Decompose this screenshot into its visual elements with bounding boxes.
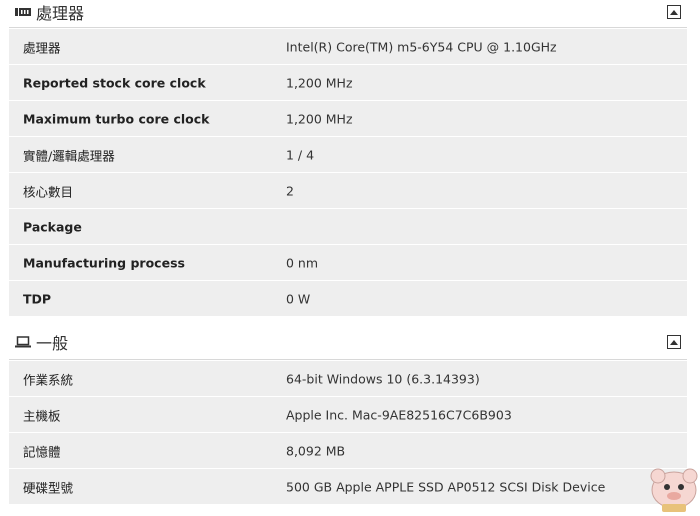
row-value: 64-bit Windows 10 (6.3.14393)	[286, 371, 480, 386]
general-rows: 作業系統 64-bit Windows 10 (6.3.14393) 主機板 A…	[9, 359, 687, 504]
row-value: 1,200 MHz	[286, 75, 353, 90]
cpu-collapse-button[interactable]	[667, 5, 681, 19]
row-label: Manufacturing process	[23, 255, 185, 270]
row-label: Maximum turbo core clock	[23, 111, 210, 126]
row-value: Apple Inc. Mac-9AE82516C7C6B903	[286, 407, 512, 422]
collapse-up-icon	[670, 339, 678, 345]
general-row-os: 作業系統 64-bit Windows 10 (6.3.14393)	[9, 361, 687, 396]
cpu-row-turbo-clock: Maximum turbo core clock 1,200 MHz	[9, 101, 687, 136]
general-row-memory: 記憶體 8,092 MB	[9, 433, 687, 468]
row-label: 作業系統	[23, 372, 74, 387]
cpu-section-title: 處理器	[36, 4, 85, 23]
row-value: 2	[286, 183, 294, 198]
row-value: 0 nm	[286, 255, 319, 270]
laptop-icon	[15, 336, 31, 348]
row-value: 8,092 MB	[286, 443, 346, 458]
row-label: 硬碟型號	[23, 480, 74, 495]
general-row-motherboard: 主機板 Apple Inc. Mac-9AE82516C7C6B903	[9, 397, 687, 432]
row-value: 0 W	[286, 291, 311, 306]
row-value: 500 GB Apple APPLE SSD AP0512 SCSI Disk …	[286, 479, 606, 494]
row-value: 1,200 MHz	[286, 111, 353, 126]
row-label: 處理器	[23, 40, 61, 55]
cpu-icon	[15, 7, 31, 17]
row-value: 1 / 4	[286, 147, 315, 162]
row-label: TDP	[23, 291, 52, 306]
row-label: 核心數目	[23, 184, 74, 199]
general-row-disk: 硬碟型號 500 GB Apple APPLE SSD AP0512 SCSI …	[9, 469, 687, 504]
row-label: 記憶體	[23, 444, 61, 459]
mascot-logo-icon	[650, 468, 698, 512]
cpu-row-physical-logical: 實體/邏輯處理器 1 / 4	[9, 137, 687, 172]
cpu-row-tdp: TDP 0 W	[9, 281, 687, 316]
cpu-row-package: Package	[9, 209, 687, 244]
cpu-rows: 處理器 Intel(R) Core(TM) m5-6Y54 CPU @ 1.10…	[9, 27, 687, 316]
general-section-header[interactable]: 一般	[9, 325, 687, 359]
cpu-row-processor: 處理器 Intel(R) Core(TM) m5-6Y54 CPU @ 1.10…	[9, 29, 687, 64]
collapse-up-icon	[670, 9, 678, 15]
general-section-title: 一般	[36, 334, 69, 353]
row-label: Package	[23, 219, 82, 234]
row-label: 主機板	[23, 408, 61, 423]
row-label: Reported stock core clock	[23, 75, 206, 90]
cpu-row-core-count: 核心數目 2	[9, 173, 687, 208]
row-value: Intel(R) Core(TM) m5-6Y54 CPU @ 1.10GHz	[286, 39, 557, 54]
cpu-row-manufacturing: Manufacturing process 0 nm	[9, 245, 687, 280]
cpu-row-stock-clock: Reported stock core clock 1,200 MHz	[9, 65, 687, 100]
general-section: 一般 作業系統 64-bit Windows 10 (6.3.14393) 主機…	[9, 325, 687, 504]
cpu-section: 處理器 處理器 Intel(R) Core(TM) m5-6Y54 CPU @ …	[9, 0, 687, 316]
row-label: 實體/邏輯處理器	[23, 148, 115, 163]
general-collapse-button[interactable]	[667, 335, 681, 349]
cpu-section-header[interactable]: 處理器	[9, 0, 687, 27]
